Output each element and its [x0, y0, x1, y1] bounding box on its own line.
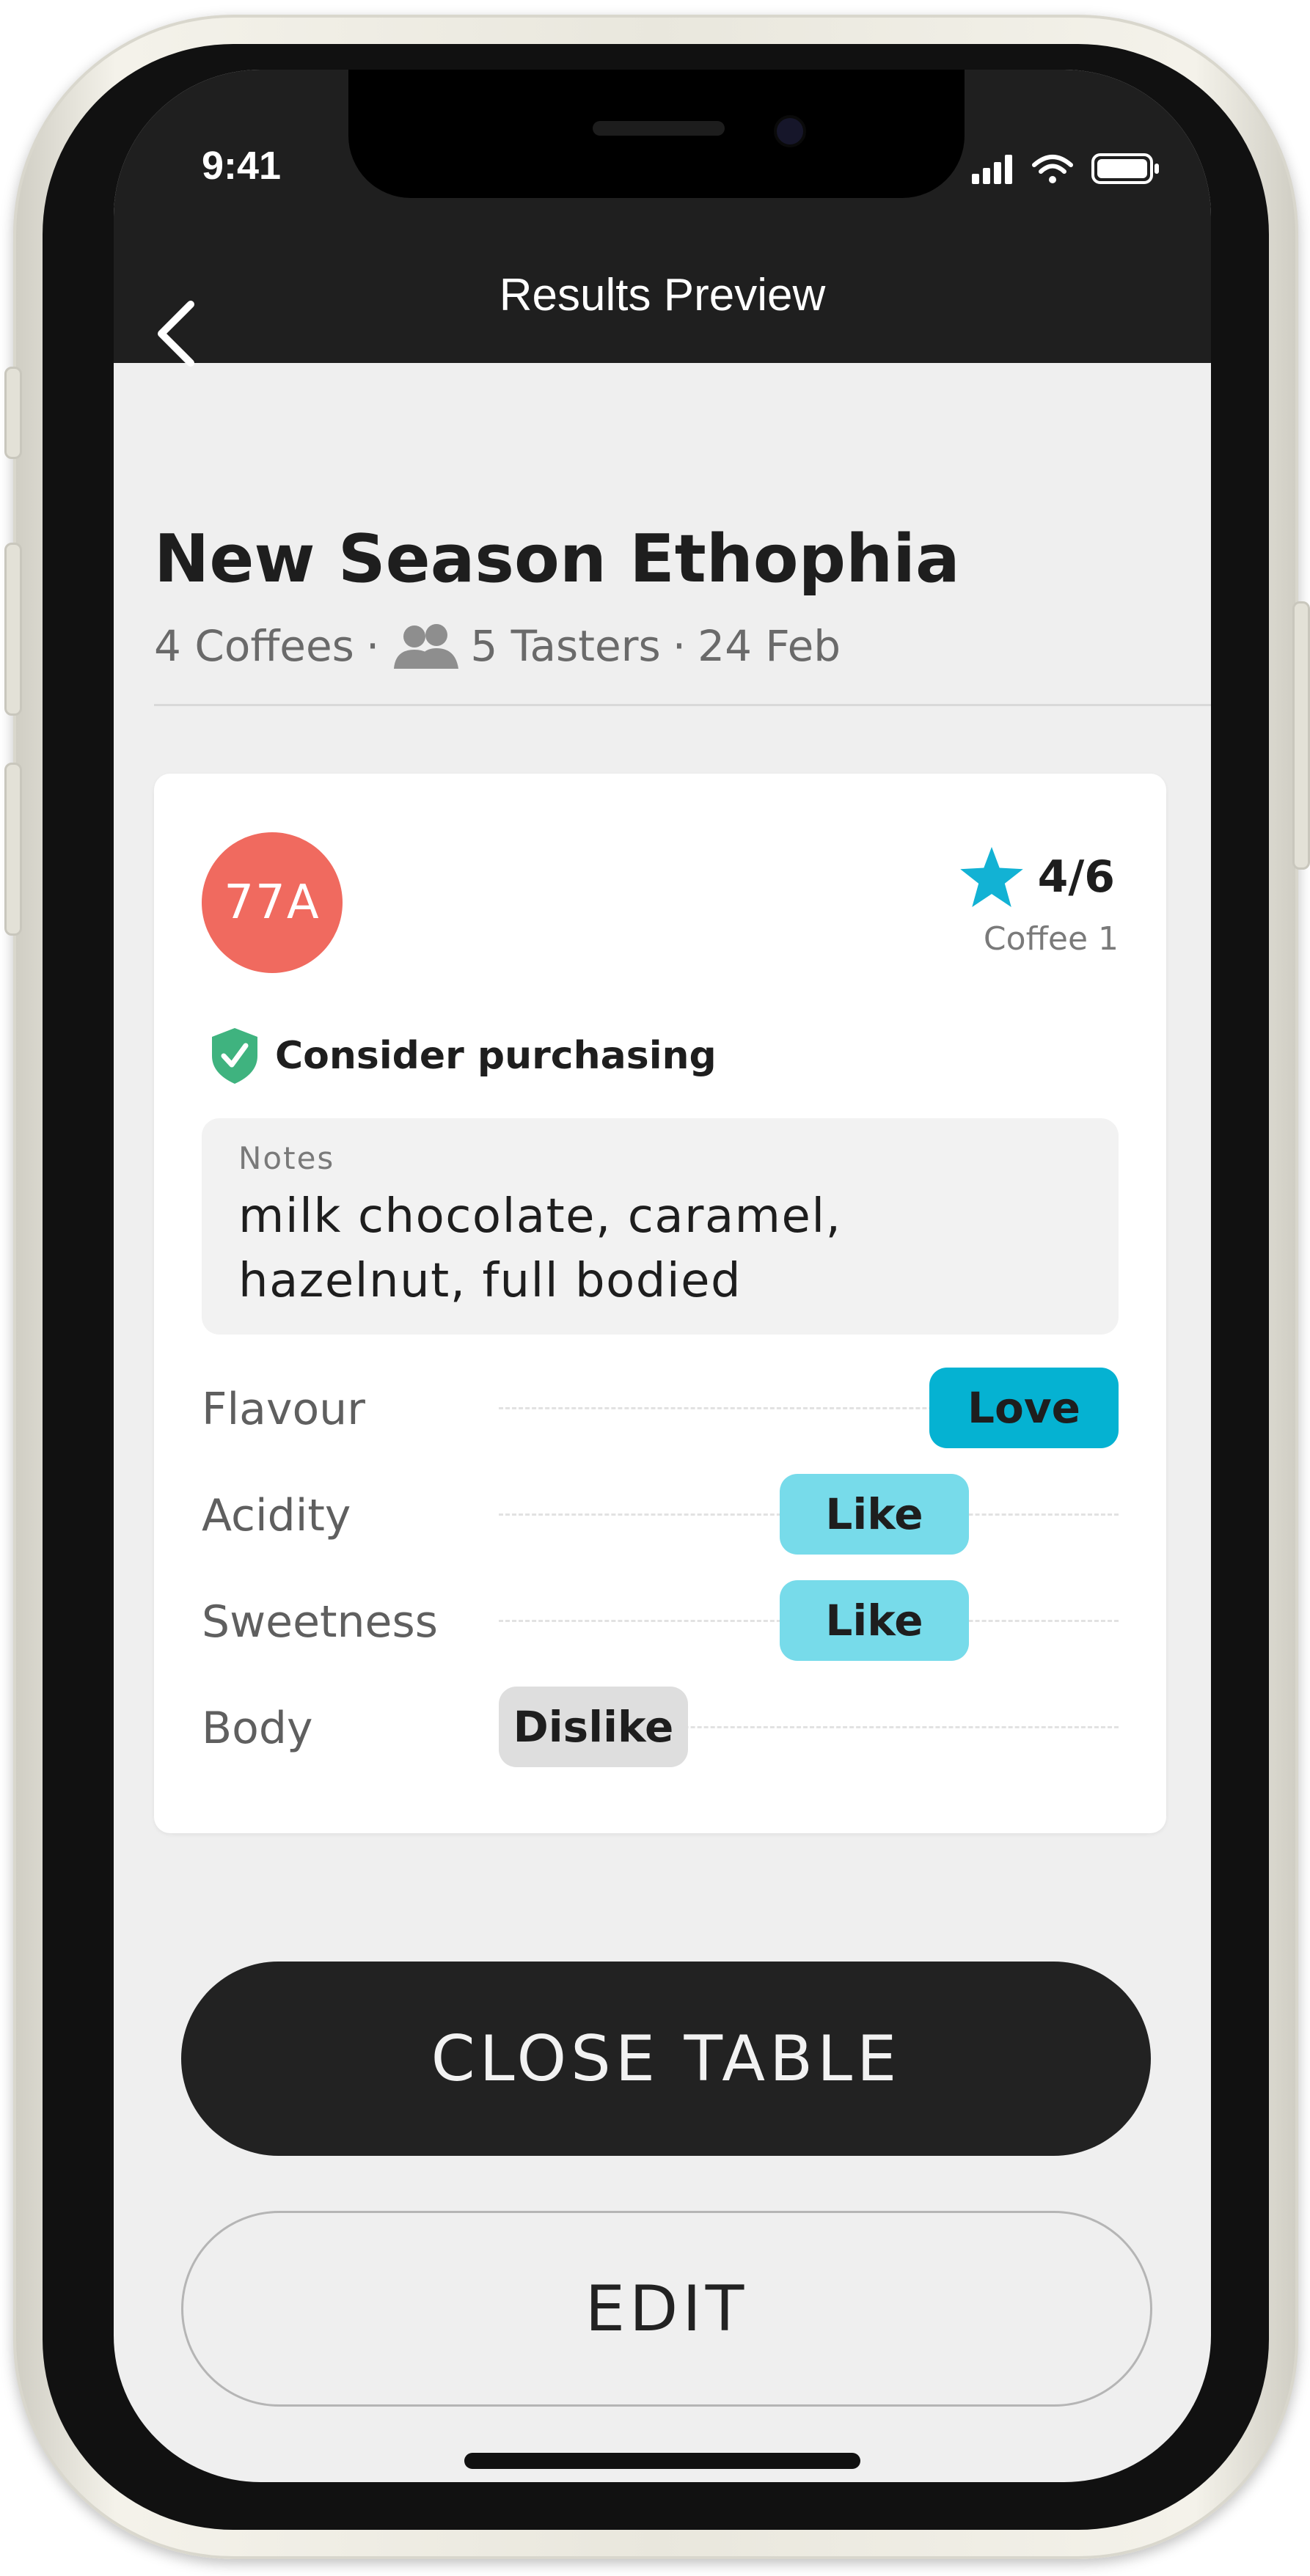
battery-icon: [1091, 153, 1159, 184]
divider: [154, 704, 1211, 706]
speaker-grille: [593, 121, 725, 136]
attribute-name: Sweetness: [202, 1596, 438, 1648]
recommendation: Consider purchasing: [209, 1027, 717, 1085]
star-icon: [959, 847, 1023, 907]
group-icon: [394, 624, 459, 669]
attribute-name: Body: [202, 1703, 313, 1754]
meta-separator: ·: [672, 621, 687, 671]
edit-button[interactable]: EDIT: [181, 2211, 1152, 2407]
signal-icon: [972, 155, 1012, 184]
notes-text: milk chocolate, caramel, hazelnut, full …: [238, 1189, 842, 1308]
close-table-button[interactable]: CLOSE TABLE: [181, 1962, 1151, 2156]
attribute-name: Acidity: [202, 1490, 351, 1541]
coffee-code-badge: 77A: [202, 832, 343, 973]
home-indicator: [464, 2453, 860, 2469]
notes-label: Notes: [238, 1140, 335, 1176]
session-meta: 4 Coffees · 5 Tasters · 24 Feb: [154, 621, 841, 671]
notes-box: Notes milk chocolate, caramel, hazelnut,…: [202, 1118, 1119, 1335]
shield-check-icon: [212, 1028, 257, 1084]
notch: [348, 70, 965, 198]
coffee-label: Coffee 1: [983, 920, 1119, 958]
attribute-row-acidity: Acidity Like: [202, 1474, 1119, 1555]
rating-pill-dislike: Dislike: [499, 1687, 688, 1767]
attribute-row-flavour: Flavour Love: [202, 1368, 1119, 1448]
attribute-name: Flavour: [202, 1384, 365, 1435]
rating-pill-like: Like: [780, 1580, 969, 1661]
power-button: [1292, 601, 1310, 870]
status-icons: [972, 153, 1159, 184]
volume-down-button: [4, 763, 22, 936]
meta-separator: ·: [365, 621, 380, 671]
coffee-count: 4 Coffees: [154, 621, 354, 671]
attribute-row-body: Body Dislike: [202, 1687, 1119, 1767]
attribute-row-sweetness: Sweetness Like: [202, 1580, 1119, 1661]
page-title: Results Preview: [499, 270, 826, 320]
volume-up-button: [4, 543, 22, 716]
session-date: 24 Feb: [698, 621, 841, 671]
recommendation-text: Consider purchasing: [275, 1034, 717, 1078]
wifi-icon: [1032, 155, 1073, 183]
screen: 9:41 Results Preview New Season Ethophia…: [114, 70, 1211, 2482]
coffee-result-card[interactable]: 77A 4/6 Coffee 1 Consider purchasing Not…: [154, 774, 1166, 1833]
rating-pill-like: Like: [780, 1474, 969, 1555]
taster-count: 5 Tasters: [470, 621, 661, 671]
app-header: 9:41 Results Preview: [114, 70, 1211, 367]
rating-value: 4/6: [1037, 851, 1115, 903]
front-camera: [774, 115, 806, 147]
rating: 4/6: [959, 847, 1115, 907]
status-time: 9:41: [202, 144, 282, 188]
rating-pill-love: Love: [929, 1368, 1119, 1448]
silent-switch: [4, 367, 22, 459]
session-title: New Season Ethophia: [154, 521, 960, 598]
